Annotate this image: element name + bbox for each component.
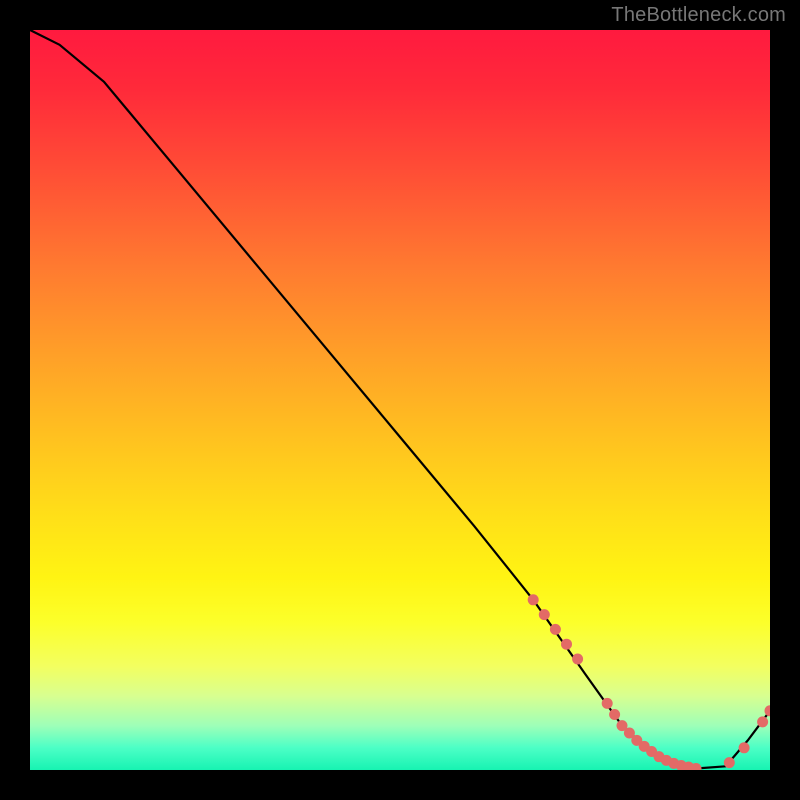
plot-area — [30, 30, 770, 770]
highlight-point — [550, 624, 561, 635]
chart-overlay — [30, 30, 770, 770]
highlight-point — [757, 716, 768, 727]
highlight-point — [572, 654, 583, 665]
highlight-point — [539, 609, 550, 620]
chart-stage: TheBottleneck.com — [0, 0, 800, 800]
highlight-point — [561, 639, 572, 650]
highlight-point — [724, 757, 735, 768]
bottleneck-curve — [30, 30, 770, 769]
highlight-point — [739, 742, 750, 753]
highlight-point — [609, 709, 620, 720]
highlight-point — [602, 698, 613, 709]
watermark-text: TheBottleneck.com — [611, 4, 786, 27]
highlight-point — [765, 705, 771, 716]
highlight-point — [528, 594, 539, 605]
highlighted-models-points — [528, 594, 770, 770]
